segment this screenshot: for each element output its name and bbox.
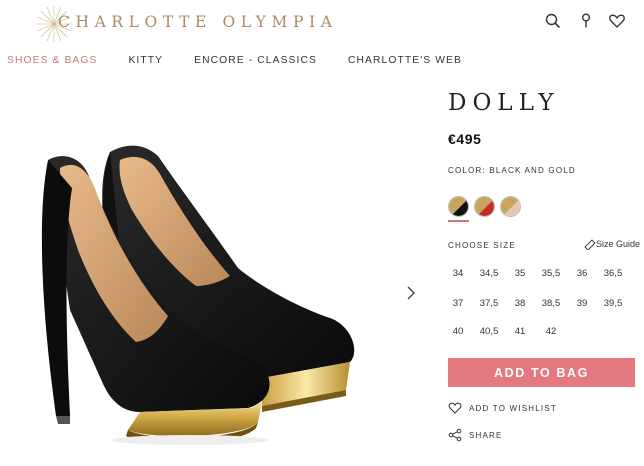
ruler-icon	[584, 239, 596, 250]
color-label: COLOR: BLACK AND GOLD	[448, 166, 576, 175]
size-option[interactable]: 37	[443, 294, 473, 314]
share-label: SHARE	[469, 430, 503, 440]
product-name: DOLLY	[448, 90, 560, 116]
nav-encore-classics[interactable]: ENCORE - CLASSICS	[194, 55, 317, 66]
size-option[interactable]: 38	[505, 294, 535, 314]
size-option[interactable]: 35	[505, 264, 535, 284]
size-option[interactable]: 34	[443, 264, 473, 284]
main-nav: SHOES & BAGS KITTY ENCORE - CLASSICS CHA…	[7, 55, 462, 66]
search-icon[interactable]	[544, 12, 562, 30]
size-label: CHOOSE SIZE	[448, 241, 516, 250]
add-to-bag-button[interactable]: ADD TO BAG	[448, 358, 635, 387]
product-image	[41, 145, 355, 445]
product-price: €495	[448, 131, 482, 147]
size-option[interactable]: 35,5	[536, 264, 566, 284]
nav-shoes-and-bags[interactable]: SHOES & BAGS	[7, 55, 97, 66]
size-option[interactable]: 36	[567, 264, 597, 284]
share-icon	[448, 428, 462, 442]
size-option[interactable]: 39,5	[598, 294, 628, 314]
location-pin-icon[interactable]	[577, 12, 595, 30]
size-option[interactable]: 38,5	[536, 294, 566, 314]
add-to-wishlist-link[interactable]: ADD TO WISHLIST	[448, 402, 557, 414]
share-link[interactable]: SHARE	[448, 428, 503, 442]
swatch-red-and-gold[interactable]	[474, 196, 495, 217]
heart-icon[interactable]	[608, 12, 626, 30]
wishlist-label: ADD TO WISHLIST	[469, 403, 557, 413]
brand-logo[interactable]: CHARLOTTE OLYMPIA	[34, 4, 332, 42]
next-image-arrow-icon[interactable]	[404, 284, 418, 302]
swatch-black-and-gold[interactable]	[448, 196, 469, 217]
size-option[interactable]: 37,5	[474, 294, 504, 314]
size-option[interactable]: 36,5	[598, 264, 628, 284]
nav-kitty[interactable]: KITTY	[128, 55, 163, 66]
swatch-nude-and-gold[interactable]	[500, 196, 521, 217]
size-option[interactable]: 42	[536, 322, 566, 342]
size-option[interactable]: 34,5	[474, 264, 504, 284]
size-option[interactable]: 41	[505, 322, 535, 342]
size-guide-label: Size Guide	[595, 239, 640, 249]
size-option[interactable]: 39	[567, 294, 597, 314]
heart-outline-icon	[448, 402, 462, 414]
brand-name: CHARLOTTE OLYMPIA	[58, 13, 338, 31]
size-guide-link[interactable]: Size Guide	[584, 238, 640, 250]
color-swatches	[448, 196, 526, 217]
nav-charlottes-web[interactable]: CHARLOTTE'S WEB	[348, 55, 462, 66]
size-option[interactable]: 40,5	[474, 322, 504, 342]
selected-swatch-indicator	[448, 220, 469, 222]
size-option[interactable]: 40	[443, 322, 473, 342]
